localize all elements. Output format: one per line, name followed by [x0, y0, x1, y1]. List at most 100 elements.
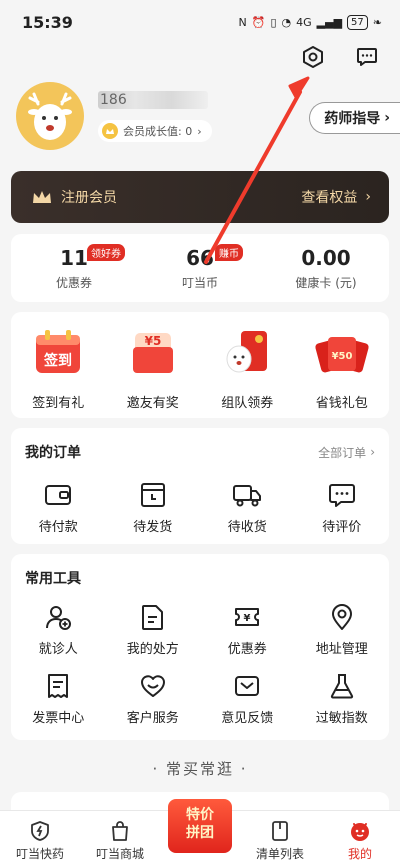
growth-pill[interactable]: 会员成长值: 0 ›	[98, 120, 212, 142]
tools-header: 常用工具	[11, 554, 389, 588]
tab-mall[interactable]: 叮当商城	[80, 811, 160, 866]
tool-prescription[interactable]: 我的处方	[106, 602, 201, 657]
order-label: 待付款	[38, 520, 78, 535]
tab-quick-medicine[interactable]: 叮当快药	[0, 811, 80, 866]
order-pending-review[interactable]: 待评价	[295, 480, 390, 535]
avatar[interactable]	[16, 82, 84, 150]
box-clock-icon	[138, 480, 168, 510]
calendar-checkin-icon: 签到	[29, 326, 87, 378]
tab-group-buy-label: 特价 拼团	[186, 807, 214, 841]
tools-grid-row1: 就诊人 我的处方 ¥ 优惠券 地址管理	[11, 602, 389, 657]
bolt-shield-icon	[28, 819, 52, 843]
member-left: 注册会员	[31, 187, 117, 207]
mascot-face-icon	[348, 819, 372, 843]
message-icon	[357, 48, 377, 66]
stat-health-card[interactable]: 0.00 健康卡 (元)	[263, 234, 389, 302]
coupon-icon: ¥	[232, 602, 262, 632]
heart-icon	[138, 671, 168, 701]
tool-coupon[interactable]: ¥ 优惠券	[200, 602, 295, 657]
vibrate-icon: ▯	[270, 15, 277, 29]
order-pending-payment[interactable]: 待付款	[11, 480, 106, 535]
order-label: 待收货	[227, 520, 267, 535]
nfc-icon: N	[238, 15, 247, 29]
crown-icon	[102, 123, 118, 139]
alarm-icon: ⏰	[251, 15, 266, 29]
order-label: 待评价	[322, 520, 362, 535]
stat-coupons[interactable]: 领好券 11 优惠券	[11, 234, 137, 302]
chat-icon	[327, 480, 357, 510]
promo-label: 省钱礼包	[315, 396, 368, 411]
location-icon	[327, 602, 357, 632]
tab-label: 我的	[347, 847, 372, 861]
tab-group-buy[interactable]: 特价 拼团	[168, 799, 232, 853]
tools-title: 常用工具	[25, 571, 81, 587]
pharmacist-button[interactable]: 药师指导 ›	[309, 102, 400, 134]
tools-card: 常用工具 就诊人 我的处方 ¥ 优惠券 地址管理 发票中心 客户服务 意见反馈 …	[11, 554, 389, 740]
message-button[interactable]	[354, 44, 380, 70]
chevron-right-icon: ›	[365, 189, 371, 205]
status-bar: 15:39 N ⏰ ▯ ◔ 4G ▂▄▆ 57 ❧	[0, 0, 400, 44]
bottom-tab-bar: 叮当快药 叮当商城 清单列表 我的 特价 拼团	[0, 799, 400, 866]
stat-badge: 领好券	[87, 244, 125, 261]
red-envelope-icon: ¥5	[124, 326, 182, 378]
tab-label: 叮当商城	[95, 847, 144, 861]
document-icon	[138, 602, 168, 632]
red-packets-icon: ¥50	[313, 326, 371, 378]
invoice-icon	[43, 671, 73, 701]
tool-allergy-index[interactable]: 过敏指数	[295, 671, 390, 726]
promo-gift-pack[interactable]: ¥50 省钱礼包	[295, 312, 390, 418]
shopping-bag-icon	[108, 819, 132, 843]
deer-avatar-icon	[28, 92, 72, 140]
order-pending-shipment[interactable]: 待发货	[106, 480, 201, 535]
all-orders-link[interactable]: 全部订单 ›	[318, 444, 375, 461]
member-bar[interactable]: 注册会员 查看权益 ›	[11, 171, 389, 223]
tool-label: 客户服务	[126, 711, 179, 726]
tool-feedback[interactable]: 意见反馈	[200, 671, 295, 726]
svg-text:¥: ¥	[244, 613, 251, 624]
tool-patient[interactable]: 就诊人	[11, 602, 106, 657]
tab-label: 清单列表	[255, 847, 304, 861]
username-masked: 186	[98, 91, 208, 109]
orders-header: 我的订单 全部订单 ›	[11, 428, 389, 462]
mascot-envelope-icon	[218, 326, 276, 378]
chevron-right-icon: ›	[384, 110, 390, 126]
status-icons: N ⏰ ▯ ◔ 4G ▂▄▆ 57 ❧	[238, 14, 382, 30]
tab-mine[interactable]: 我的	[320, 811, 400, 866]
promo-team[interactable]: 组队领券	[200, 312, 295, 418]
tool-label: 过敏指数	[315, 711, 368, 726]
tool-invoice[interactable]: 发票中心	[11, 671, 106, 726]
pharmacist-label: 药师指导	[324, 111, 381, 127]
section-divider-title: · 常买常逛 ·	[152, 760, 248, 778]
tool-label: 优惠券	[227, 642, 267, 657]
promo-label: 签到有礼	[32, 396, 85, 411]
signal-icon: ▂▄▆	[316, 15, 343, 29]
order-pending-receipt[interactable]: 待收货	[200, 480, 295, 535]
stat-coins[interactable]: 赚币 66 叮当币	[137, 234, 263, 302]
orders-card: 我的订单 全部订单 › 待付款 待发货 待收货 待评价	[11, 428, 389, 544]
tool-label: 就诊人	[38, 642, 78, 657]
chevron-right-icon: ›	[370, 445, 375, 459]
crown-icon	[33, 191, 51, 203]
promo-art-text: ¥5	[144, 334, 161, 348]
promo-art-text: ¥50	[331, 351, 352, 362]
stat-value: 11	[60, 245, 88, 270]
chevron-right-icon: ›	[197, 124, 202, 138]
wallet-icon	[43, 480, 73, 510]
settings-button[interactable]	[300, 44, 326, 70]
stat-value: 0.00	[301, 245, 351, 270]
stat-value: 66	[186, 245, 214, 270]
promo-invite[interactable]: ¥5 邀友有奖	[106, 312, 201, 418]
tool-label: 意见反馈	[221, 711, 274, 726]
view-benefits-link[interactable]: 查看权益 ›	[301, 187, 371, 207]
promo-checkin[interactable]: 签到 签到有礼	[11, 312, 106, 418]
promo-label: 组队领券	[221, 396, 274, 411]
tab-label: 叮当快药	[15, 847, 64, 861]
truck-icon	[232, 480, 262, 510]
tool-address[interactable]: 地址管理	[295, 602, 390, 657]
tool-customer-service[interactable]: 客户服务	[106, 671, 201, 726]
battery-icon: 57	[347, 14, 368, 30]
network-label: 4G	[296, 15, 312, 29]
tab-list[interactable]: 清单列表	[240, 811, 320, 866]
flask-icon	[327, 671, 357, 701]
growth-label: 会员成长值: 0	[123, 125, 193, 138]
